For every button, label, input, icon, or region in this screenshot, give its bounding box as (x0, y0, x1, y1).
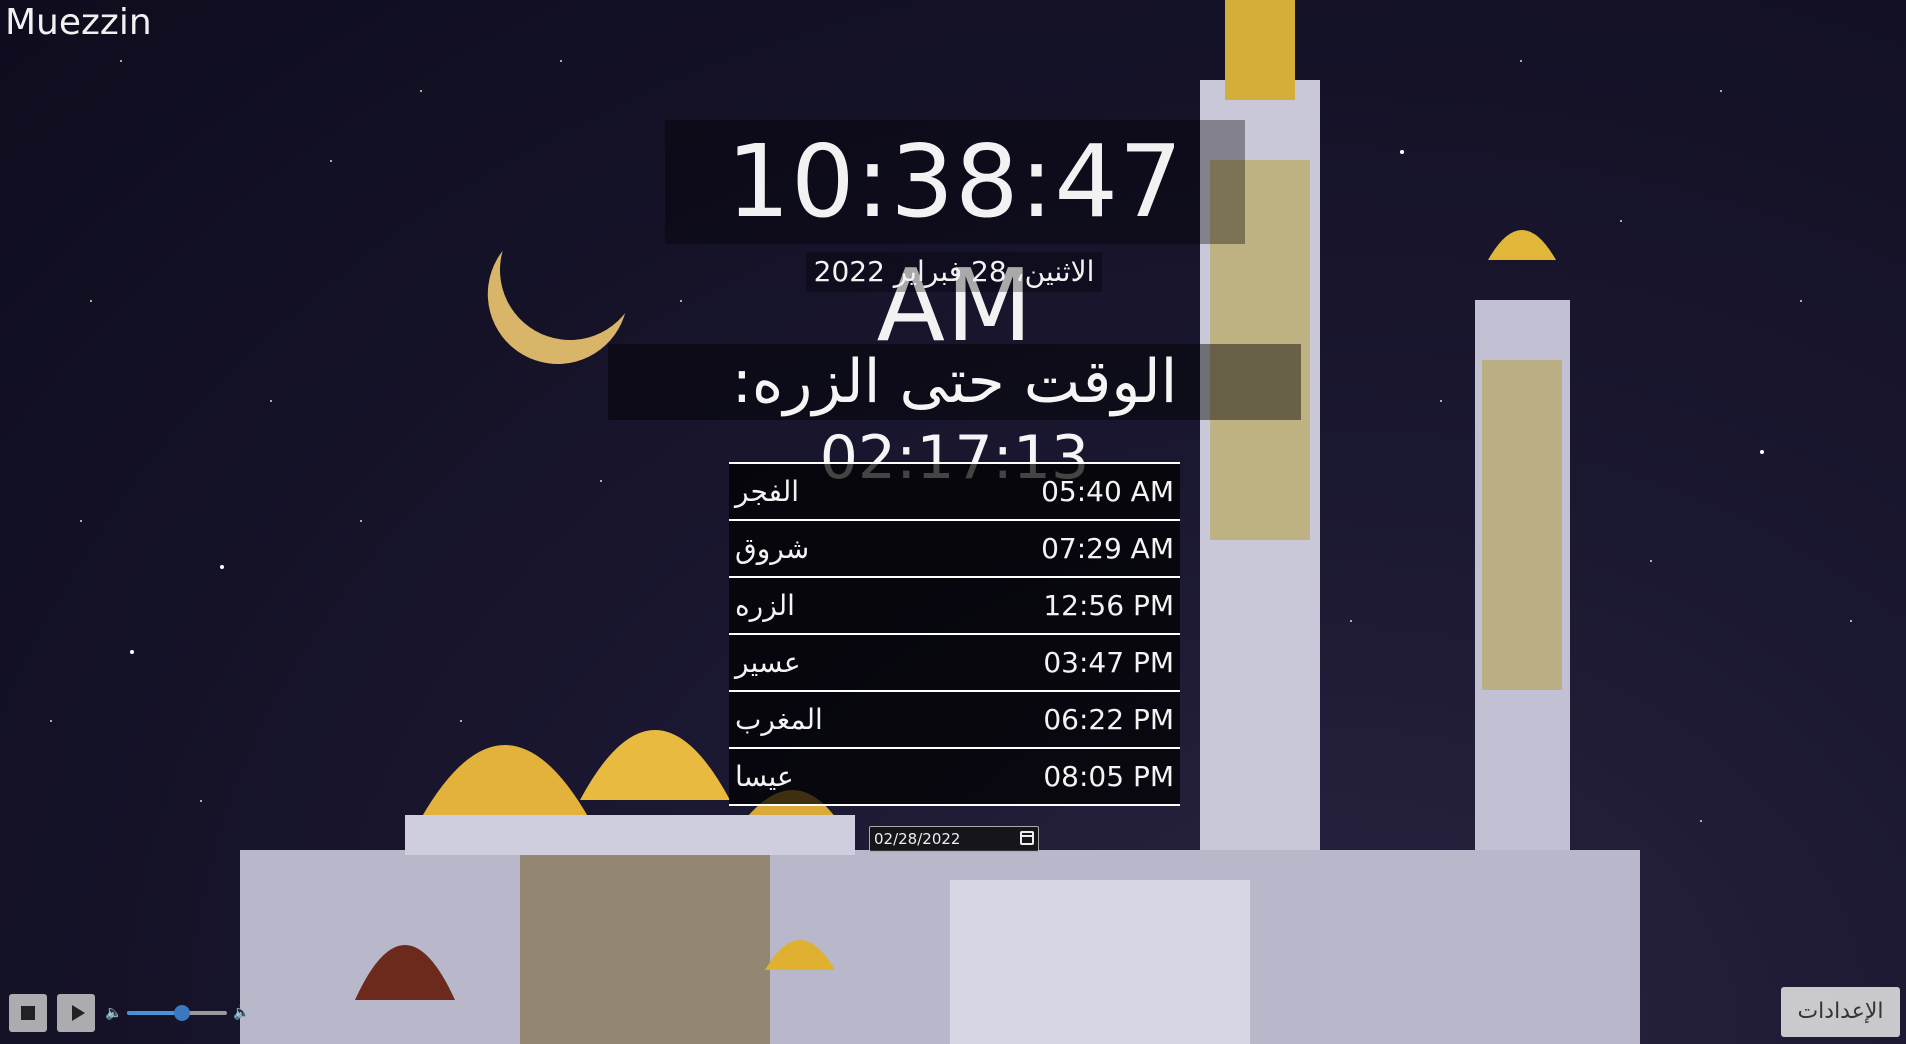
calendar-icon[interactable] (1020, 831, 1034, 845)
prayer-row-asr: عسير 03:47 PM (729, 635, 1180, 692)
prayer-time: 05:40 AM (1041, 475, 1174, 508)
play-button[interactable] (57, 994, 95, 1032)
prayer-name: الزره (735, 589, 795, 622)
adhan-audio-player: 🔈 🔊 (9, 994, 250, 1032)
next-prayer-countdown: الوقت حتى الزره: 02:17:13 (608, 344, 1301, 493)
volume-high-icon[interactable]: 🔊 (233, 1005, 250, 1021)
prayer-row-isha: عيسا 08:05 PM (729, 749, 1180, 806)
prayer-name: شروق (735, 532, 810, 565)
volume-slider[interactable] (127, 1005, 227, 1021)
stop-button[interactable] (9, 994, 47, 1032)
date-picker-value: 02/28/2022 (874, 830, 961, 848)
current-time-display: 10:38:47 AM (665, 120, 1245, 364)
current-date-display: الاثنين، 28 فبراير 2022 (806, 252, 1102, 292)
prayer-row-sunrise: شروق 07:29 AM (729, 521, 1180, 578)
volume-low-icon[interactable]: 🔈 (105, 1005, 122, 1021)
stop-icon (21, 1006, 35, 1020)
prayer-row-fajr: الفجر 05:40 AM (729, 464, 1180, 521)
prayer-name: المغرب (735, 703, 823, 736)
prayer-name: عيسا (735, 760, 794, 793)
settings-button[interactable]: الإعدادات (1781, 987, 1900, 1037)
prayer-times-table: الفجر 05:40 AM شروق 07:29 AM الزره 12:56… (729, 462, 1180, 806)
prayer-time: 03:47 PM (1043, 646, 1174, 679)
prayer-row-dhuhr: الزره 12:56 PM (729, 578, 1180, 635)
app-window: Muezzin 10:38:47 AM الاثنين، 28 فبراير 2… (0, 0, 1906, 1044)
date-picker-input[interactable]: 02/28/2022 (869, 826, 1039, 852)
play-icon (71, 1005, 85, 1021)
volume-slider-handle[interactable] (174, 1005, 190, 1021)
prayer-time: 12:56 PM (1043, 589, 1174, 622)
prayer-name: الفجر (735, 475, 799, 508)
prayer-time: 07:29 AM (1041, 532, 1174, 565)
prayer-name: عسير (735, 646, 801, 679)
prayer-row-maghrib: المغرب 06:22 PM (729, 692, 1180, 749)
prayer-time: 06:22 PM (1043, 703, 1174, 736)
app-title: Muezzin (5, 2, 152, 43)
prayer-time: 08:05 PM (1043, 760, 1174, 793)
